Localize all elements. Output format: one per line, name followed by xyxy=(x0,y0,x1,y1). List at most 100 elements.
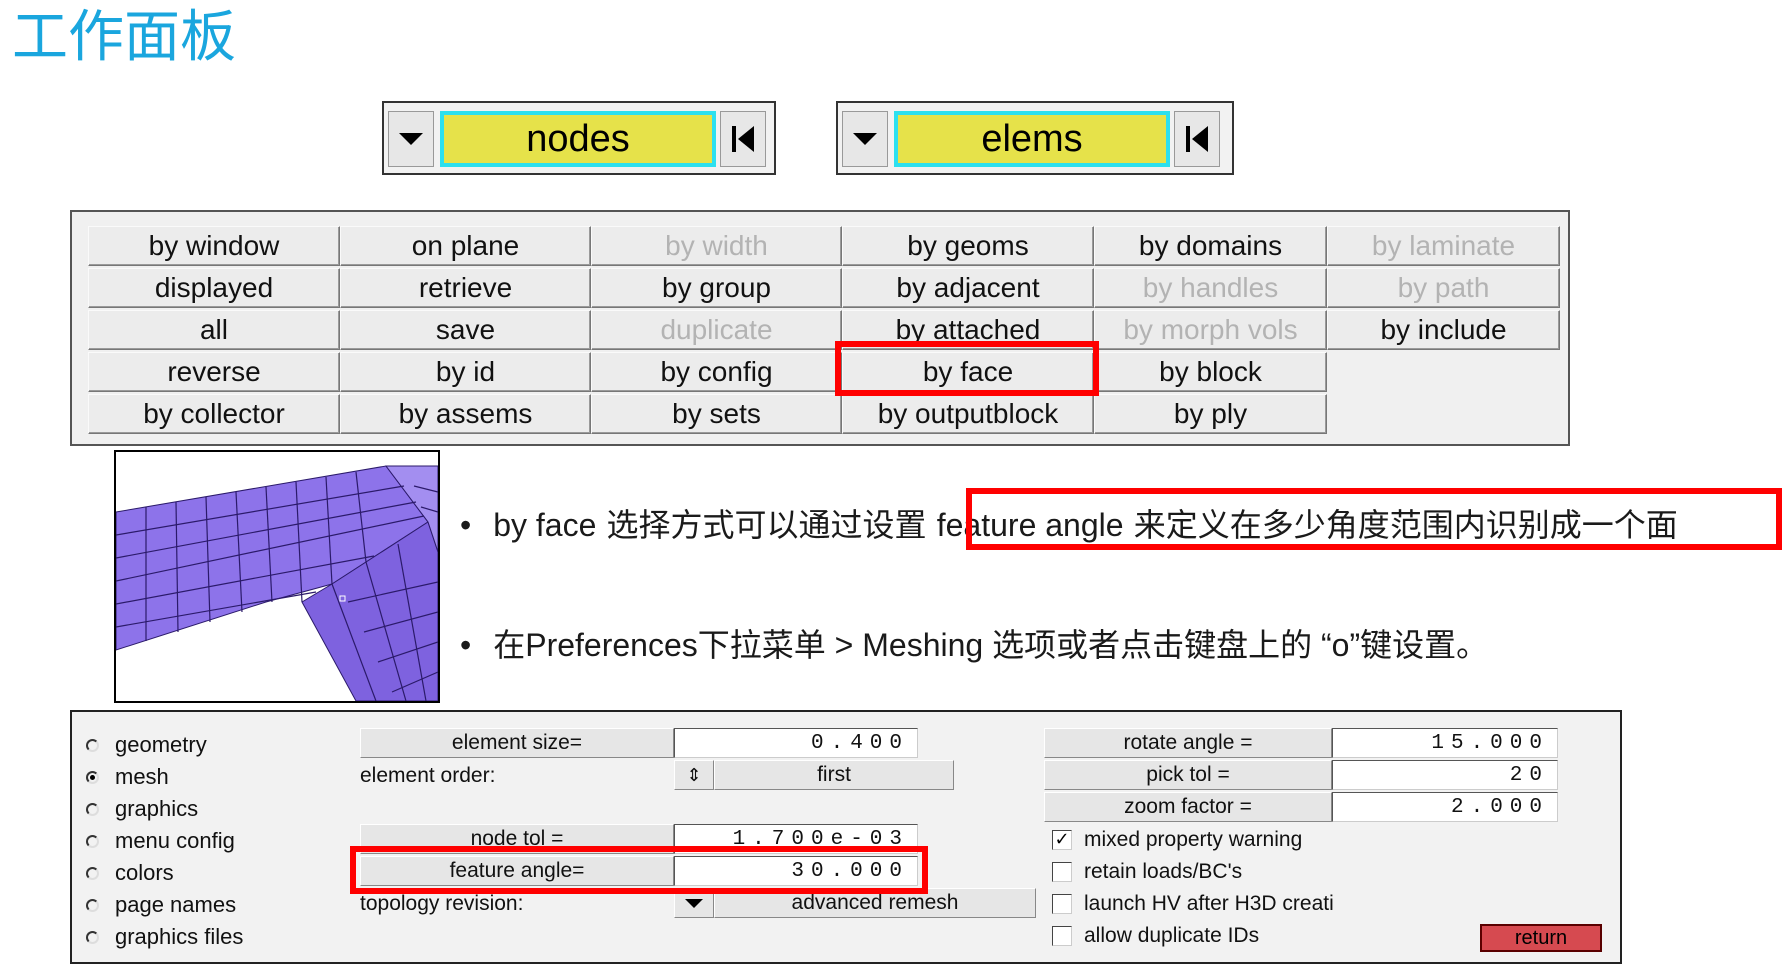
by-group-button[interactable]: by group xyxy=(591,268,842,308)
by-adjacent-button[interactable]: by adjacent xyxy=(842,268,1094,308)
by-path-button: by path xyxy=(1327,268,1560,308)
skip-to-first-icon xyxy=(1186,126,1208,152)
radio-icon xyxy=(86,738,99,752)
by-morph-vols-button: by morph vols xyxy=(1094,310,1327,350)
radio-selected-icon xyxy=(86,770,99,784)
by-collector-button[interactable]: by collector xyxy=(88,394,340,434)
radio-label: mesh xyxy=(115,764,169,789)
by-window-button[interactable]: by window xyxy=(88,226,340,266)
element-order-value-button[interactable]: first xyxy=(714,760,954,790)
bullet-text: 在 xyxy=(493,626,526,664)
radio-label: graphics files xyxy=(115,924,244,949)
nodes-selector: nodes xyxy=(382,101,776,175)
radio-page-names[interactable]: page names xyxy=(86,892,236,918)
mesh-preview-image xyxy=(114,450,440,703)
bullet-by-face-term: by face xyxy=(493,507,597,543)
triangle-down-icon xyxy=(399,133,423,145)
triangle-down-icon xyxy=(685,898,703,908)
radio-mesh[interactable]: mesh xyxy=(86,764,169,790)
allow-duplicate-ids-label: allow duplicate IDs xyxy=(1084,924,1260,947)
by-face-highlight xyxy=(835,341,1099,396)
zoom-factor-field[interactable]: 2.000 xyxy=(1332,792,1558,822)
mixed-property-warning-checkbox[interactable]: ✓ xyxy=(1052,830,1072,850)
rotate-angle-button[interactable]: rotate angle = xyxy=(1044,728,1332,758)
radio-label: menu config xyxy=(115,828,235,853)
by-ply-button[interactable]: by ply xyxy=(1094,394,1327,434)
return-button[interactable]: return xyxy=(1480,924,1602,952)
radio-icon xyxy=(86,834,99,848)
bullet-meshing-term: > Meshing xyxy=(825,627,993,663)
bullet-by-face-text: 选择方式可以通过设置 xyxy=(596,506,937,544)
save-button[interactable]: save xyxy=(340,310,591,350)
radio-geometry[interactable]: geometry xyxy=(86,732,207,758)
on-plane-button[interactable]: on plane xyxy=(340,226,591,266)
radio-icon xyxy=(86,930,99,944)
triangle-down-icon xyxy=(853,133,877,145)
bullet-marker: • xyxy=(460,507,472,543)
radio-graphics-files[interactable]: graphics files xyxy=(86,924,243,950)
selection-method-grid: by window on plane by width by geoms by … xyxy=(70,210,1570,446)
bullet-o-key-term: “o” xyxy=(1312,627,1361,663)
element-size-field[interactable]: 0.400 xyxy=(674,728,918,758)
element-size-button[interactable]: element size= xyxy=(360,728,674,758)
feature-angle-field-highlight xyxy=(350,846,928,894)
radio-label: page names xyxy=(115,892,237,917)
bullet-text: 键设置。 xyxy=(1360,626,1489,664)
bullet-text: 选项或者点击键盘上的 xyxy=(992,626,1313,664)
options-panel: geometry mesh graphics menu config color… xyxy=(70,710,1622,964)
radio-graphics[interactable]: graphics xyxy=(86,796,198,822)
duplicate-button: duplicate xyxy=(591,310,842,350)
radio-label: graphics xyxy=(115,796,199,821)
bullet-text: 下拉菜单 xyxy=(697,626,826,664)
elems-entity-button[interactable]: elems xyxy=(894,111,1170,167)
skip-to-first-icon xyxy=(732,126,754,152)
displayed-button[interactable]: displayed xyxy=(88,268,340,308)
all-button[interactable]: all xyxy=(88,310,340,350)
checkmark-icon: ✓ xyxy=(1054,829,1070,850)
by-width-button: by width xyxy=(591,226,842,266)
by-sets-button[interactable]: by sets xyxy=(591,394,842,434)
retrieve-button[interactable]: retrieve xyxy=(340,268,591,308)
element-order-label: element order: xyxy=(360,764,496,787)
by-include-button[interactable]: by include xyxy=(1327,310,1560,350)
nodes-reset-button[interactable] xyxy=(720,111,766,167)
by-config-button[interactable]: by config xyxy=(591,352,842,392)
by-domains-button[interactable]: by domains xyxy=(1094,226,1327,266)
by-geoms-button[interactable]: by geoms xyxy=(842,226,1094,266)
pick-tol-field[interactable]: 20 xyxy=(1332,760,1558,790)
elems-dropdown-button[interactable] xyxy=(842,111,888,167)
up-down-spinner-icon: ⇕ xyxy=(686,764,702,785)
bullet-preferences-term: Preferences xyxy=(525,627,698,663)
feature-angle-text-highlight xyxy=(966,488,1782,550)
radio-colors[interactable]: colors xyxy=(86,860,174,886)
topology-revision-label: topology revision: xyxy=(360,892,524,915)
reverse-button[interactable]: reverse xyxy=(88,352,340,392)
bullet-preferences: • 在Preferences下拉菜单 > Meshing 选项或者点击键盘上的 “… xyxy=(460,620,1488,666)
bent-plate-mesh-image xyxy=(116,465,438,701)
radio-label: geometry xyxy=(115,732,207,757)
by-handles-button: by handles xyxy=(1094,268,1327,308)
by-id-button[interactable]: by id xyxy=(340,352,591,392)
by-block-button[interactable]: by block xyxy=(1094,352,1327,392)
launch-hv-checkbox[interactable] xyxy=(1052,894,1072,914)
rotate-angle-field[interactable]: 15.000 xyxy=(1332,728,1558,758)
by-assems-button[interactable]: by assems xyxy=(340,394,591,434)
elems-selector: elems xyxy=(836,101,1234,175)
radio-label: colors xyxy=(115,860,174,885)
by-outputblock-button[interactable]: by outputblock xyxy=(842,394,1094,434)
radio-icon xyxy=(86,802,99,816)
zoom-factor-button[interactable]: zoom factor = xyxy=(1044,792,1332,822)
bullet-marker: • xyxy=(460,627,472,663)
allow-duplicate-ids-checkbox[interactable] xyxy=(1052,926,1072,946)
nodes-entity-button[interactable]: nodes xyxy=(440,111,716,167)
page-title: 工作面板 xyxy=(12,5,236,70)
mixed-property-warning-label: mixed property warning xyxy=(1084,828,1303,851)
by-laminate-button: by laminate xyxy=(1327,226,1560,266)
element-order-spinner[interactable]: ⇕ xyxy=(674,760,714,790)
elems-reset-button[interactable] xyxy=(1174,111,1220,167)
nodes-dropdown-button[interactable] xyxy=(388,111,434,167)
radio-icon xyxy=(86,898,99,912)
radio-menu-config[interactable]: menu config xyxy=(86,828,235,854)
retain-loads-checkbox[interactable] xyxy=(1052,862,1072,882)
pick-tol-button[interactable]: pick tol = xyxy=(1044,760,1332,790)
